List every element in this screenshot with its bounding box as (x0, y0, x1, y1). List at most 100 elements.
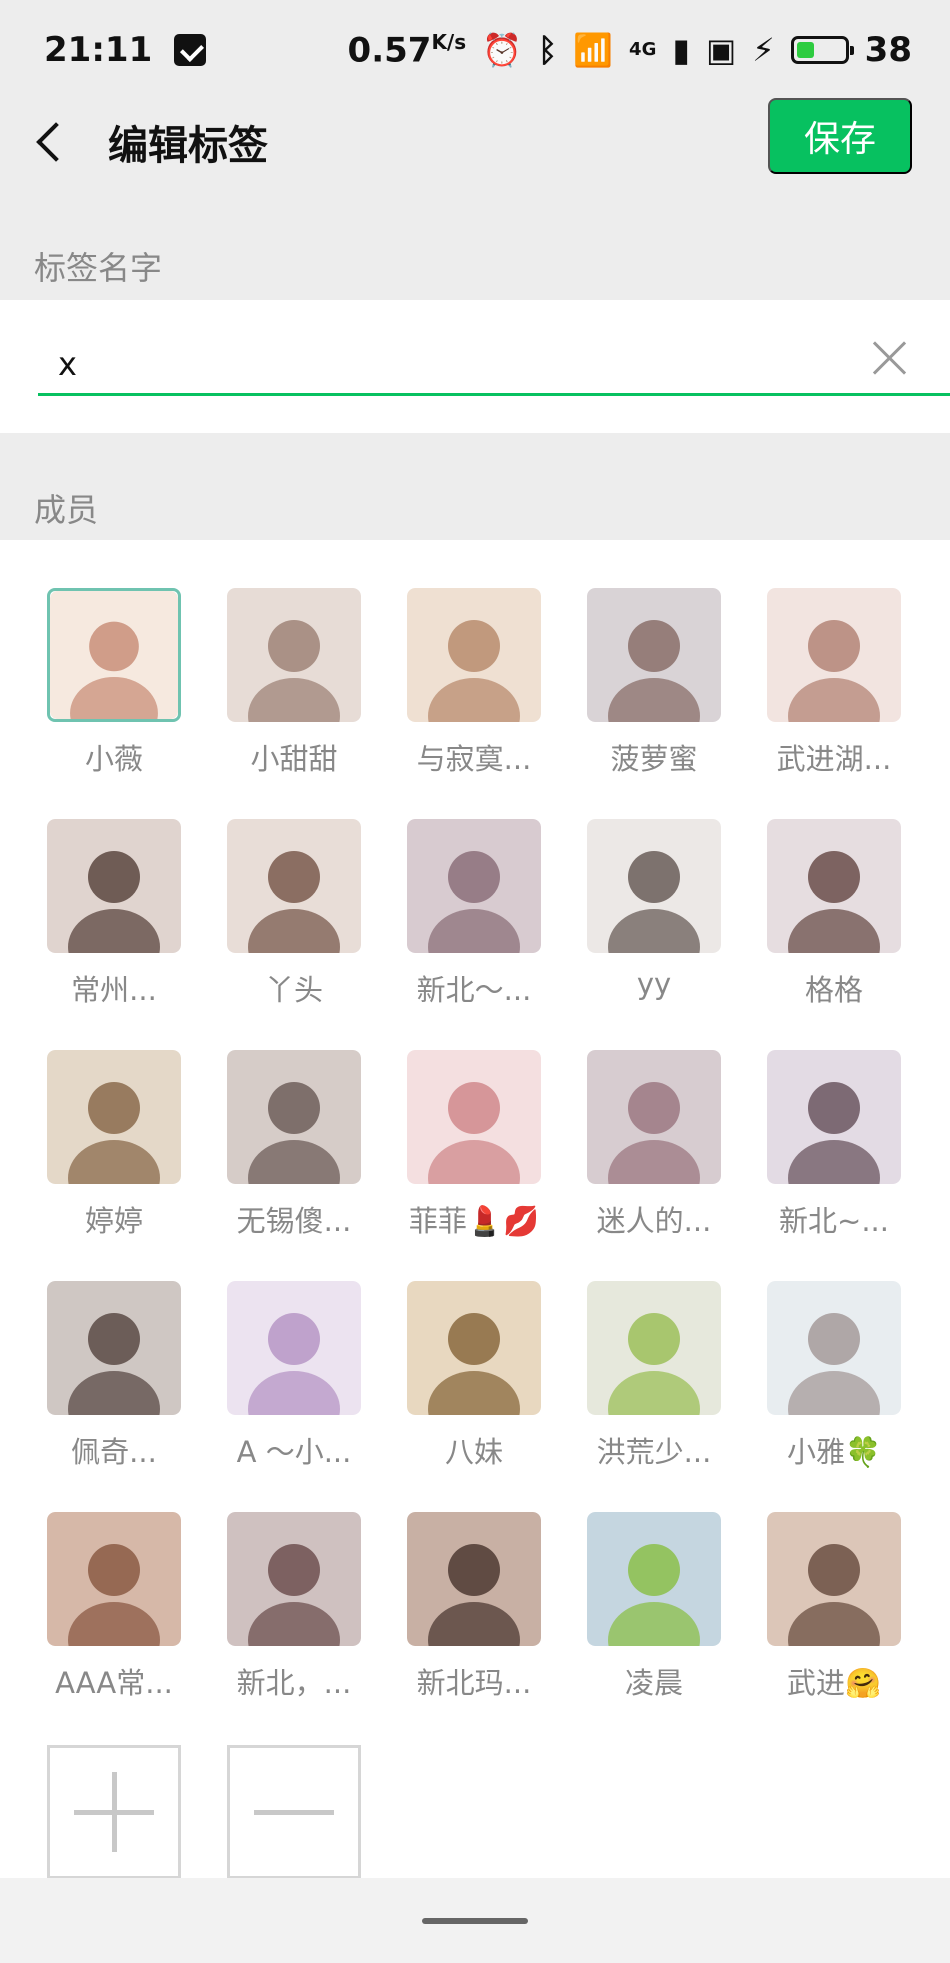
member-name: 武进湖... (776, 742, 892, 776)
member-name: 凌晨 (624, 1666, 683, 1700)
member-name: 小雅🍀 (786, 1435, 882, 1469)
member-name: 小甜甜 (250, 742, 338, 776)
network-speed: 0.57K/s (347, 29, 467, 71)
member-item[interactable]: 与寂寞... (407, 588, 541, 776)
avatar[interactable] (587, 588, 721, 722)
avatar[interactable] (767, 1050, 901, 1184)
member-item[interactable]: 小雅🍀 (767, 1281, 901, 1469)
status-bar: 21:11 0.57K/s ⏰ ᛒ 📶 4G ▮ ▣ ⚡ 38 (0, 0, 950, 100)
member-item[interactable]: 婷婷 (47, 1050, 181, 1238)
member-tools (47, 1745, 361, 1879)
member-item[interactable]: 新北~... (767, 1050, 901, 1238)
member-name: 新北玛... (416, 1666, 532, 1700)
remove-member-button[interactable] (227, 1745, 361, 1879)
member-name: 小薇 (84, 742, 143, 776)
avatar[interactable] (587, 819, 721, 953)
member-item[interactable]: 八妹 (407, 1281, 541, 1469)
battery-icon (790, 35, 854, 64)
member-item[interactable]: AAA常... (47, 1512, 181, 1700)
avatar[interactable] (407, 819, 541, 953)
tag-name-panel (0, 300, 950, 433)
member-name: 武进🤗 (786, 1666, 882, 1700)
member-name: 与寂寞... (416, 742, 532, 776)
member-item[interactable]: A ～小... (227, 1281, 361, 1469)
member-name: AAA常... (55, 1666, 173, 1700)
avatar[interactable] (407, 1281, 541, 1415)
home-bar (0, 1878, 950, 1963)
member-name: A ～小... (236, 1435, 352, 1469)
avatar[interactable] (227, 819, 361, 953)
member-item[interactable]: 武进🤗 (767, 1512, 901, 1700)
avatar[interactable] (227, 1050, 361, 1184)
member-item[interactable]: 常州... (47, 819, 181, 1007)
member-item[interactable]: 格格 (767, 819, 901, 1007)
hd-icon: ▣ (705, 30, 737, 69)
member-name: 婷婷 (84, 1204, 143, 1238)
member-item[interactable]: 新北，... (227, 1512, 361, 1700)
avatar[interactable] (47, 1050, 181, 1184)
member-name: 丫头 (264, 973, 323, 1007)
tag-name-input[interactable] (38, 334, 950, 396)
member-name: 迷人的... (596, 1204, 712, 1238)
member-item[interactable]: 佩奇... (47, 1281, 181, 1469)
member-item[interactable]: 洪荒少... (587, 1281, 721, 1469)
member-item[interactable]: 菠萝蜜 (587, 588, 721, 776)
members-panel: 小薇 小甜甜 与寂寞... 菠萝蜜 武进湖... 常州... 丫头 新北～... yy 格格婷婷 无… (0, 540, 950, 1879)
bluetooth-icon: ᛒ (538, 30, 558, 69)
member-name: 常州... (71, 973, 157, 1007)
alarm-icon: ⏰ (482, 30, 522, 69)
avatar[interactable] (227, 588, 361, 722)
member-name: 八妹 (444, 1435, 503, 1469)
avatar[interactable] (407, 588, 541, 722)
avatar[interactable] (587, 1050, 721, 1184)
member-name: 佩奇... (71, 1435, 157, 1469)
clear-icon[interactable] (872, 340, 908, 376)
member-name: yy (636, 967, 672, 1001)
member-item[interactable]: 凌晨 (587, 1512, 721, 1700)
avatar[interactable] (407, 1050, 541, 1184)
avatar[interactable] (767, 1281, 901, 1415)
avatar[interactable] (227, 1281, 361, 1415)
member-name: 新北～... (416, 973, 532, 1007)
avatar[interactable] (767, 1512, 901, 1646)
vpn-icon (174, 34, 207, 66)
avatar[interactable] (47, 588, 181, 722)
battery-level: 38 (864, 29, 912, 70)
member-item[interactable]: yy (587, 819, 721, 1001)
member-name: 菠萝蜜 (610, 742, 698, 776)
network-type: 4G (629, 39, 657, 61)
avatar[interactable] (227, 1512, 361, 1646)
status-time: 21:11 (44, 30, 153, 70)
member-name: 新北~... (779, 1204, 889, 1238)
avatar[interactable] (47, 819, 181, 953)
member-item[interactable]: 新北玛... (407, 1512, 541, 1700)
battery-fill (796, 41, 814, 58)
avatar[interactable] (47, 1512, 181, 1646)
save-button[interactable]: 保存 (768, 98, 912, 174)
member-name: 格格 (804, 973, 863, 1007)
avatar[interactable] (587, 1512, 721, 1646)
member-grid: 小薇 小甜甜 与寂寞... 菠萝蜜 武进湖... 常州... 丫头 新北～... yy 格格婷婷 无… (47, 588, 901, 1700)
member-name: 新北，... (236, 1666, 352, 1700)
member-item[interactable]: 迷人的... (587, 1050, 721, 1238)
member-item[interactable]: 菲菲💄💋 (407, 1050, 541, 1238)
member-item[interactable]: 武进湖... (767, 588, 901, 776)
member-item[interactable]: 丫头 (227, 819, 361, 1007)
member-item[interactable]: 无锡傻... (227, 1050, 361, 1238)
back-icon[interactable] (36, 122, 76, 162)
nav-bar: 编辑标签 保存 (0, 90, 950, 194)
member-item[interactable]: 新北～... (407, 819, 541, 1007)
member-item[interactable]: 小薇 (47, 588, 181, 776)
add-member-button[interactable] (47, 1745, 181, 1879)
signal-icon: ▮ (672, 30, 690, 69)
avatar[interactable] (767, 819, 901, 953)
member-item[interactable]: 小甜甜 (227, 588, 361, 776)
member-name: 洪荒少... (596, 1435, 712, 1469)
avatar[interactable] (767, 588, 901, 722)
wifi-icon: 📶 (573, 30, 614, 69)
avatar[interactable] (47, 1281, 181, 1415)
home-indicator[interactable] (422, 1918, 528, 1924)
members-label: 成员 (34, 491, 99, 529)
avatar[interactable] (587, 1281, 721, 1415)
avatar[interactable] (407, 1512, 541, 1646)
